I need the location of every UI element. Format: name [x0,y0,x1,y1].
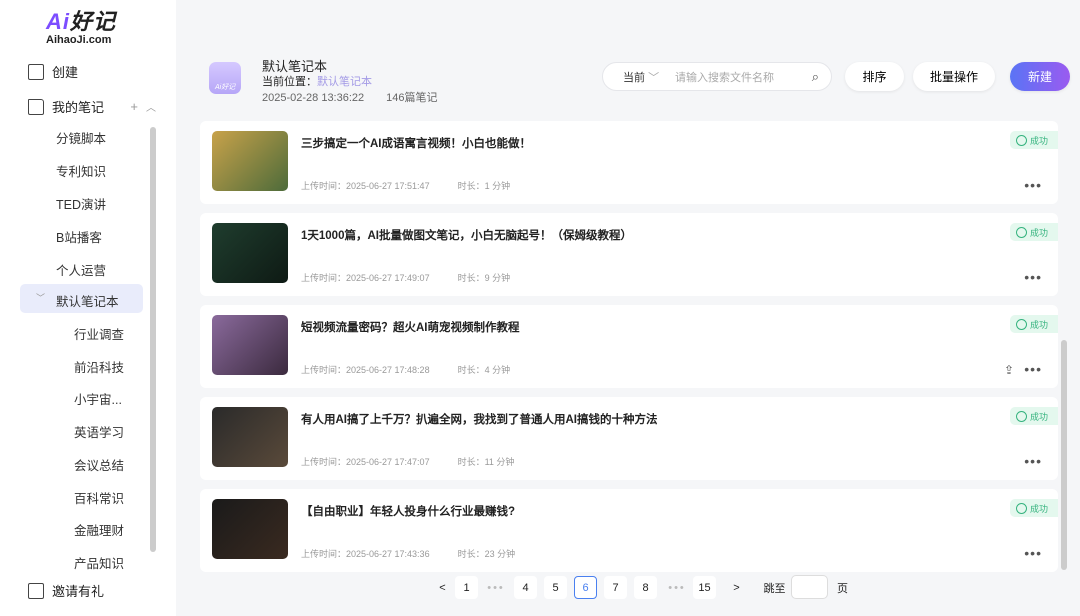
note-thumbnail [212,223,288,283]
note-thumbnail [212,407,288,467]
sidebar-item-child[interactable]: 会议总结 [74,455,124,474]
sidebar-item-child[interactable]: 小宇宙... [74,389,122,408]
create-button[interactable]: 创建 [28,62,78,81]
sidebar-scrollbar[interactable] [150,127,156,552]
more-options-icon[interactable]: ••• [1024,545,1042,561]
jump-label: 跳至 [763,582,786,595]
note-thumbnail [212,315,288,375]
search-scope-select[interactable]: 当前 ﹀ [623,69,675,85]
create-note-icon [28,63,44,80]
mail-icon [28,582,44,599]
page-unit-label: 页 [837,582,848,595]
note-meta: 上传时间：2025-06-27 17:49:07 时长：9 分钟 [301,273,511,283]
chevron-up-icon[interactable]: ︿ [146,99,156,114]
new-button[interactable]: 新建 [1010,62,1070,91]
note-card[interactable]: 三步搞定一个AI成语寓言视频！小白也能做！ 上传时间：2025-06-27 17… [200,121,1058,204]
check-circle-icon [1016,410,1027,422]
sidebar-item-notebook[interactable]: 专利知识 [56,161,106,180]
check-circle-icon [1016,502,1027,514]
note-card[interactable]: 【自由职业】年轻人投身什么行业最赚钱? 上传时间：2025-06-27 17:4… [200,489,1058,572]
check-circle-icon [1016,134,1027,146]
note-meta: 上传时间：2025-06-27 17:48:28 时长：4 分钟 [301,365,511,375]
folder-icon [28,98,44,115]
status-badge: 成功 [1010,407,1058,425]
prev-page-button[interactable]: < [431,576,454,599]
page-button[interactable]: 15 [693,576,716,599]
sidebar-item-notebook[interactable]: 分镜脚本 [56,128,106,147]
page-button[interactable]: 6 [574,576,597,599]
note-meta: 上传时间：2025-06-27 17:51:47 时长：1 分钟 [301,181,511,191]
more-options-icon[interactable]: ••• [1024,177,1042,193]
add-icon[interactable]: + [130,99,138,114]
more-options-icon[interactable]: ••• [1024,269,1042,285]
jump-page-input[interactable] [791,575,828,599]
notebook-meta: 2025-02-28 13:36:22 146篇笔记 [262,92,438,104]
my-notes-header[interactable]: 我的笔记 + ︿ [28,97,156,116]
chevron-down-icon: ﹀ [36,293,46,303]
note-title[interactable]: 三步搞定一个AI成语寓言视频！小白也能做！ [301,135,531,151]
sidebar-item-child[interactable]: 百科常识 [74,488,124,507]
status-badge: 成功 [1010,315,1058,333]
status-badge: 成功 [1010,131,1058,149]
note-thumbnail [212,499,288,559]
sidebar-item-child[interactable]: 行业调查 [74,324,124,343]
note-card[interactable]: 有人用AI搞了上千万？扒遍全网，我找到了普通人用AI搞钱的十种方法 上传时间：2… [200,397,1058,480]
share-icon[interactable]: ⇪ [1004,363,1014,377]
check-circle-icon [1016,318,1027,330]
sidebar-item-child[interactable]: 前沿科技 [74,357,124,376]
invite-button[interactable]: 邀请有礼 [28,581,104,600]
search-box[interactable]: 当前 ﹀ 请输入搜索文件名称 ⌕ [602,62,832,91]
breadcrumb-link[interactable]: 默认笔记本 [317,76,372,88]
note-thumbnail [212,131,288,191]
search-input[interactable]: 请输入搜索文件名称 [675,69,812,85]
main-scrollbar[interactable] [1061,340,1067,570]
sidebar-item-child[interactable]: 产品知识 [74,553,124,572]
logo: Ai好记 AihaoJi.com [46,9,117,46]
check-circle-icon [1016,226,1027,238]
note-meta: 上传时间：2025-06-27 17:43:36 时长：23 分钟 [301,549,516,559]
note-title[interactable]: 1天1000篇，AI批量做图文笔记，小白无脑起号！（保姆级教程） [301,227,632,243]
breadcrumb: 当前位置：默认笔记本 [262,76,372,88]
batch-operation-button[interactable]: 批量操作 [913,62,995,91]
sort-button[interactable]: 排序 [845,62,904,91]
status-badge: 成功 [1010,223,1058,241]
more-options-icon[interactable]: ••• [1024,453,1042,469]
page-button[interactable]: 4 [514,576,537,599]
page-button[interactable]: 5 [544,576,567,599]
sidebar-item-child[interactable]: 英语学习 [74,422,124,441]
pagination-ellipsis: ••• [668,581,686,594]
page-button[interactable]: 1 [455,576,478,599]
pagination-ellipsis: ••• [487,581,505,594]
sidebar-item-notebook[interactable]: B站播客 [56,227,102,246]
page-button[interactable]: 8 [634,576,657,599]
sidebar: Ai好记 AihaoJi.com 创建 我的笔记 + ︿ 分镜脚本 专利知识 TED演讲… [0,0,176,616]
note-title[interactable]: 有人用AI搞了上千万？扒遍全网，我找到了普通人用AI搞钱的十种方法 [301,411,658,427]
note-meta: 上传时间：2025-06-27 17:47:07 时长：11 分钟 [301,457,515,467]
page-button[interactable]: 7 [604,576,627,599]
note-card[interactable]: 短视频流量密码？超火AI萌宠视频制作教程 上传时间：2025-06-27 17:… [200,305,1058,388]
note-title[interactable]: 短视频流量密码？超火AI萌宠视频制作教程 [301,319,520,335]
sidebar-item-child[interactable]: 金融理财 [74,520,124,539]
status-badge: 成功 [1010,499,1058,517]
search-icon[interactable]: ⌕ [812,69,819,85]
more-options-icon[interactable]: ••• [1024,361,1042,377]
note-card[interactable]: 1天1000篇，AI批量做图文笔记，小白无脑起号！（保姆级教程） 上传时间：20… [200,213,1058,296]
next-page-button[interactable]: > [725,576,748,599]
note-title[interactable]: 【自由职业】年轻人投身什么行业最赚钱? [301,503,515,519]
notebook-folder-icon: Ai好记 [209,62,241,94]
sidebar-item-default-notebook[interactable]: 默认笔记本 [56,291,119,310]
sidebar-item-notebook[interactable]: TED演讲 [56,194,106,213]
sidebar-item-notebook[interactable]: 个人运营 [56,260,106,279]
